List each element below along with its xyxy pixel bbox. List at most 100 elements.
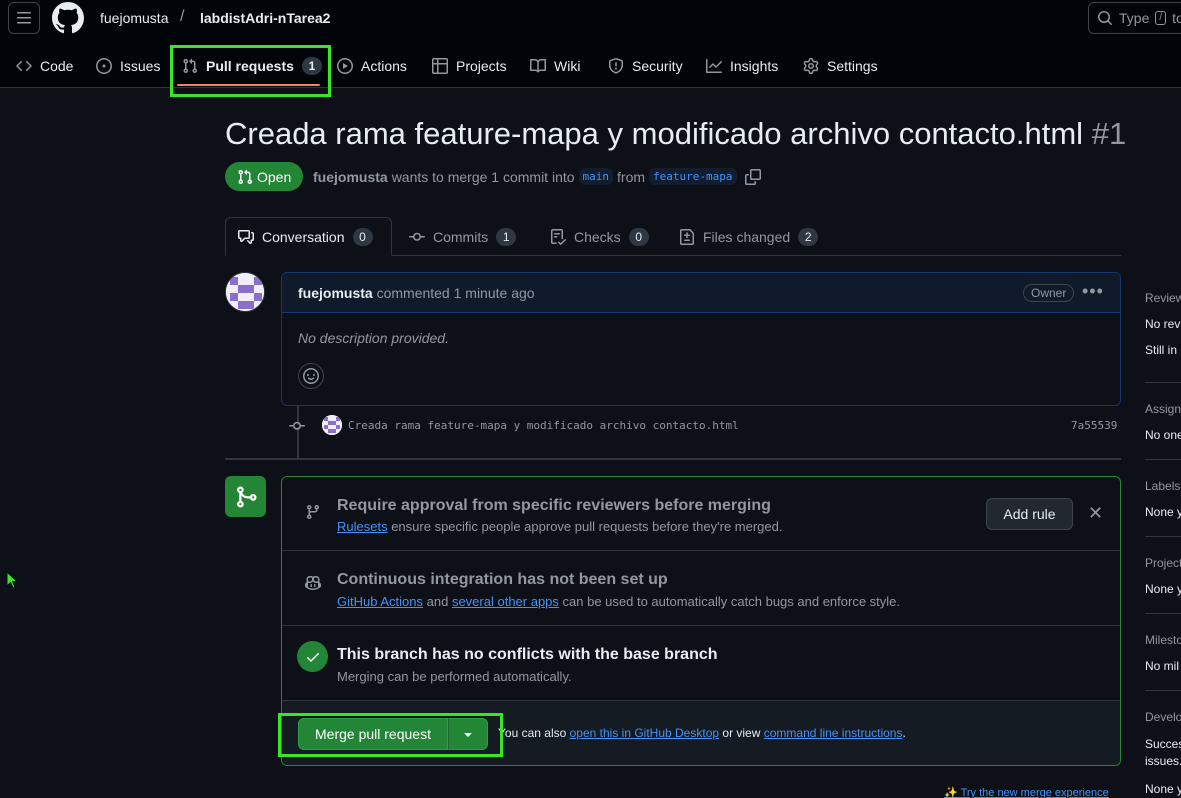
conflict-section: This branch has no conflicts with the ba… <box>282 626 1120 701</box>
command-line-link[interactable]: command line instructions <box>764 726 903 740</box>
code-icon <box>16 60 32 72</box>
sidebar-development-text-2: issues. <box>1145 754 1181 768</box>
ruleset-title: Require approval from specific reviewers… <box>337 497 771 514</box>
copy-icon[interactable] <box>744 168 761 185</box>
tab-projects[interactable]: Projects <box>432 50 507 82</box>
book-icon <box>530 58 546 73</box>
tab-checks[interactable]: Checks 0 <box>538 217 661 256</box>
avatar[interactable] <box>225 272 265 312</box>
comment-box: fuejomusta commented 1 minute ago Owner … <box>281 272 1121 406</box>
check-icon <box>297 641 328 672</box>
tab-code-label: Code <box>40 58 74 74</box>
sidebar-divider <box>1145 536 1181 537</box>
tab-security[interactable]: Security <box>608 50 683 82</box>
breadcrumb-owner[interactable]: fuejomusta <box>100 10 168 26</box>
tab-actions[interactable]: Actions <box>337 50 407 82</box>
sidebar-divider <box>1145 459 1181 460</box>
tab-issues[interactable]: Issues <box>96 50 160 82</box>
sidebar-reviewers-heading[interactable]: Review <box>1145 291 1181 305</box>
tab-files-changed-label: Files changed <box>703 228 791 245</box>
breadcrumb-separator: / <box>180 8 185 25</box>
owner-badge: Owner <box>1023 284 1075 302</box>
sidebar-assignees-heading[interactable]: Assigne <box>1145 402 1181 416</box>
kebab-menu-icon[interactable]: ••• <box>1082 281 1104 302</box>
try-new-merge-label: Try the new merge experience <box>960 787 1109 798</box>
commits-counter: 1 <box>496 227 517 246</box>
status-badge-label: Open <box>257 168 292 185</box>
pr-merge-text: wants to merge 1 commit into <box>391 168 575 185</box>
ci-section: Continuous integration has not been set … <box>282 551 1120 626</box>
tab-pull-requests[interactable]: Pull requests 1 <box>182 50 322 82</box>
sidebar-divider <box>1145 613 1181 614</box>
tab-projects-label: Projects <box>456 58 507 74</box>
checks-counter: 0 <box>628 227 649 246</box>
ci-and-text: and <box>426 594 449 609</box>
search-placeholder: Type <box>1119 10 1150 26</box>
commit-sha-link[interactable]: 7a55539 <box>1071 419 1117 432</box>
other-apps-link[interactable]: several other apps <box>452 594 559 609</box>
page-title: Creada rama feature-mapa y modificado ar… <box>225 116 1126 152</box>
sidebar-development-value: None y <box>1145 782 1181 796</box>
ruleset-text: ensure specific people approve pull requ… <box>391 519 783 534</box>
commit-message-link[interactable]: Creada rama feature-mapa y modificado ar… <box>348 419 739 432</box>
ci-title: Continuous integration has not been set … <box>337 571 668 588</box>
merge-pull-request-button[interactable]: Merge pull request <box>298 718 448 750</box>
active-tab-underline <box>177 84 320 86</box>
pr-author-link[interactable]: fuejomusta <box>313 169 388 185</box>
commit-avatar[interactable] <box>322 415 342 435</box>
tab-files-changed[interactable]: Files changed 2 <box>667 217 830 256</box>
copilot-icon <box>298 568 328 598</box>
tab-code[interactable]: Code <box>16 50 73 82</box>
sidebar-projects-value: None y <box>1145 582 1181 596</box>
comment-icon <box>238 229 254 244</box>
tab-actions-label: Actions <box>361 58 407 74</box>
repo-header: fuejomusta / labdistAdri-nTarea2 Type / … <box>0 0 1181 97</box>
github-desktop-link[interactable]: open this in GitHub Desktop <box>570 726 719 740</box>
sidebar-assignees-value: No one <box>1145 428 1181 442</box>
head-branch[interactable]: feature-mapa <box>649 168 737 185</box>
ci-text: can be used to automatically catch bugs … <box>562 594 901 609</box>
base-branch[interactable]: main <box>578 168 614 185</box>
github-actions-link[interactable]: GitHub Actions <box>337 594 423 609</box>
add-reaction-button[interactable] <box>298 363 324 389</box>
merge-box: Require approval from specific reviewers… <box>281 476 1121 766</box>
merge-options-dropdown[interactable] <box>448 718 488 750</box>
comment-author[interactable]: fuejomusta <box>298 285 373 301</box>
git-branch-icon <box>298 497 328 527</box>
merge-alternatives-text: You can also open this in GitHub Desktop… <box>498 726 906 740</box>
comment-header: fuejomusta commented 1 minute ago Owner … <box>282 273 1120 313</box>
hamburger-menu-button[interactable] <box>8 2 40 34</box>
search-input[interactable]: Type / to <box>1088 2 1181 34</box>
add-rule-button[interactable]: Add rule <box>986 498 1073 530</box>
breadcrumb-repo[interactable]: labdistAdri-nTarea2 <box>200 10 330 26</box>
sidebar-development-heading[interactable]: Develo <box>1145 710 1181 724</box>
search-placeholder-suffix: to <box>1172 10 1181 26</box>
sidebar-labels-heading[interactable]: Labels <box>1145 479 1180 493</box>
sparkle-icon: ✨ <box>944 787 958 798</box>
close-icon[interactable]: ✕ <box>1088 503 1103 524</box>
tab-settings[interactable]: Settings <box>803 50 878 82</box>
smiley-icon <box>303 368 319 384</box>
ci-subtitle: GitHub Actions and several other apps ca… <box>337 594 900 609</box>
sidebar-divider <box>1145 690 1181 691</box>
tab-insights[interactable]: Insights <box>706 50 778 82</box>
ruleset-subtitle: Rulesets ensure specific people approve … <box>337 519 782 534</box>
pull-request-icon <box>183 58 198 74</box>
git-merge-icon <box>225 476 266 517</box>
tab-conversation[interactable]: Conversation 0 <box>225 217 392 256</box>
sidebar-reviewers-value: No revi <box>1145 317 1181 331</box>
rulesets-link[interactable]: Rulesets <box>337 519 388 534</box>
graph-icon <box>706 59 722 73</box>
tab-wiki[interactable]: Wiki <box>530 50 580 82</box>
file-diff-icon <box>680 228 694 245</box>
tab-commits[interactable]: Commits 1 <box>397 217 528 256</box>
sidebar-reviewers-note: Still in <box>1145 343 1178 357</box>
timeline-divider <box>225 458 1121 460</box>
sidebar-milestone-heading[interactable]: Milesto <box>1145 633 1181 647</box>
tab-pull-requests-label: Pull requests <box>206 58 294 74</box>
ruleset-section: Require approval from specific reviewers… <box>282 477 1120 551</box>
sidebar-projects-heading[interactable]: Project <box>1145 556 1181 570</box>
try-new-merge-link[interactable]: ✨ Try the new merge experience <box>944 786 1109 798</box>
conflict-subtitle: Merging can be performed automatically. <box>337 669 572 684</box>
github-logo-icon[interactable] <box>52 2 84 34</box>
